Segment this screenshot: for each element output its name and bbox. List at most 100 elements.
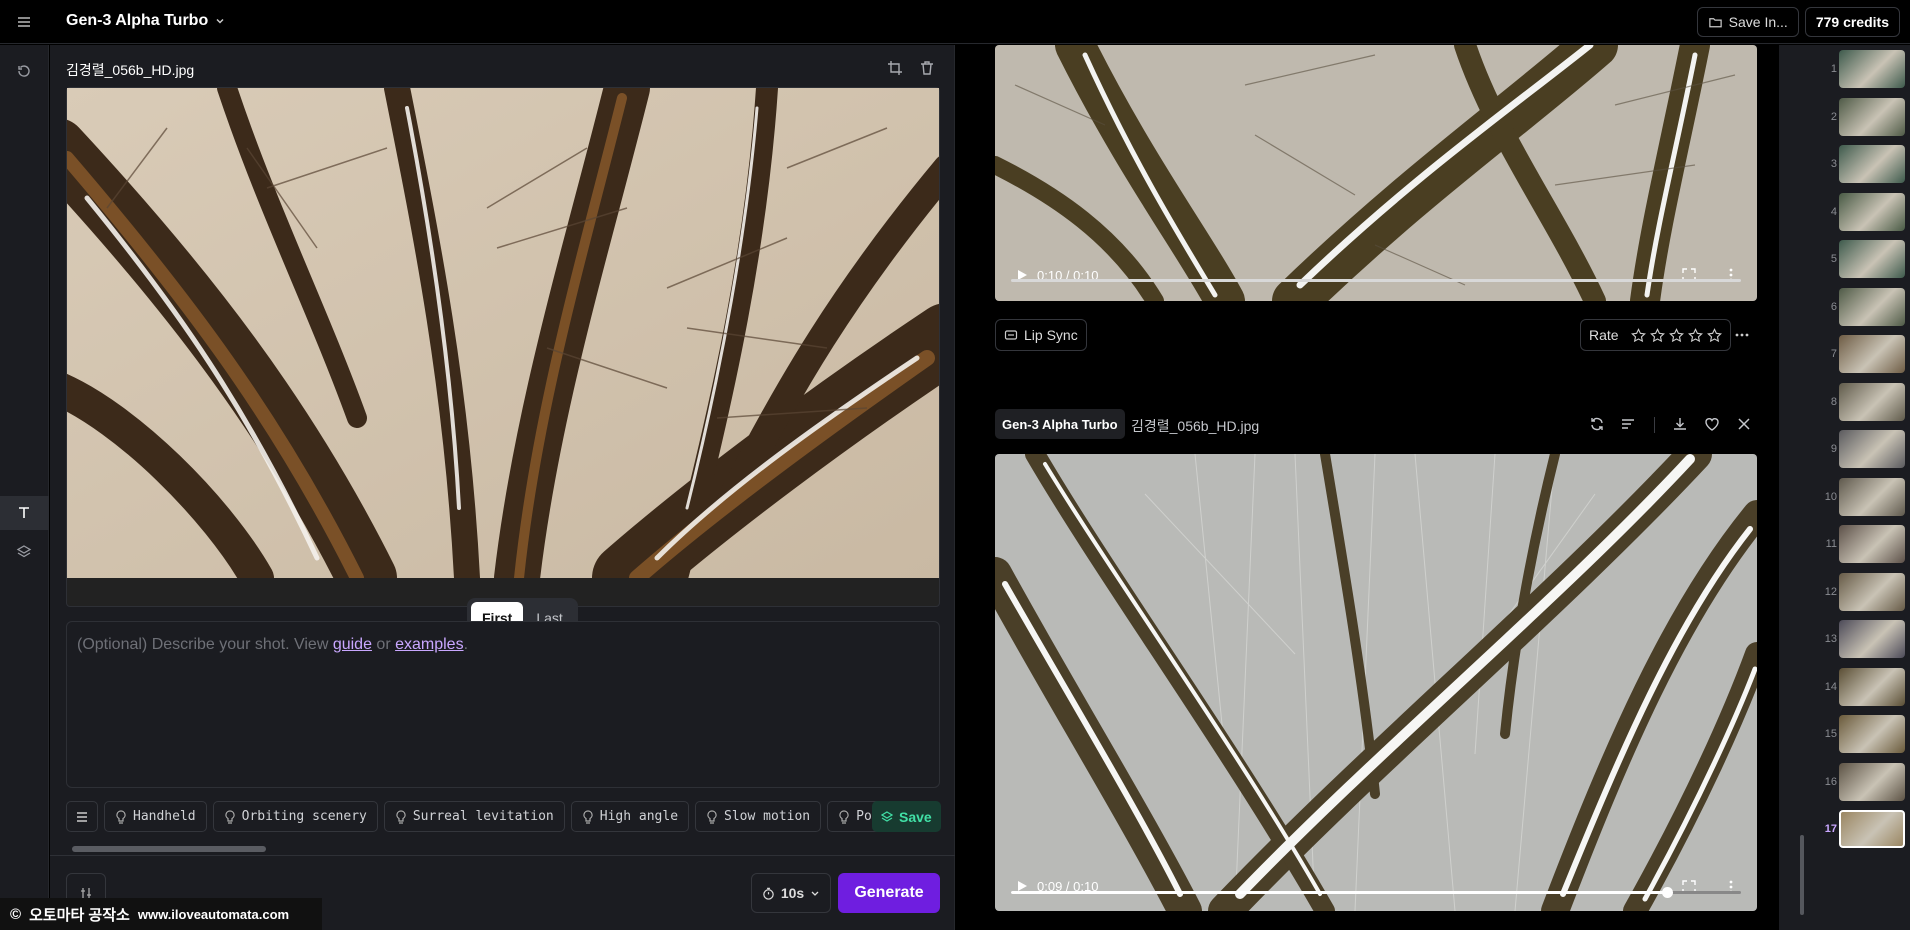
video-1-progress[interactable] [1011, 279, 1741, 282]
thumbnail-image[interactable] [1839, 762, 1905, 801]
thumbnail-number: 3 [1830, 158, 1837, 170]
thumbnail-item[interactable]: 3 [1779, 143, 1910, 185]
list-icon [77, 811, 87, 822]
thumbnail-image[interactable] [1839, 715, 1905, 753]
folder-icon [1708, 17, 1722, 27]
thumbnail-item[interactable]: 2 [1779, 96, 1910, 138]
text-icon[interactable] [14, 503, 34, 523]
star-icon[interactable] [1649, 327, 1665, 343]
thumbnail-number: 15 [1824, 728, 1837, 740]
prompt-textarea[interactable]: (Optional) Describe your shot. View guid… [66, 621, 940, 788]
thumbnail-item[interactable]: 13 [1779, 618, 1910, 660]
preset-list-button[interactable] [66, 801, 98, 832]
editor-panel: 김경렬_056b_HD.jpg First Last (Optional) De… [50, 45, 955, 930]
preset-label: Surreal levitation [412, 809, 554, 824]
star-icon[interactable] [1687, 327, 1703, 343]
thumbnail-number: 16 [1824, 775, 1837, 788]
preset-chip[interactable]: Orbiting scenery [212, 801, 378, 832]
video-player-1[interactable]: 0:10 / 0:10 [995, 45, 1757, 301]
prompt-placeholder: (Optional) Describe your shot. View [77, 636, 333, 653]
download-icon[interactable] [1671, 415, 1689, 433]
video-player-2[interactable]: 0:09 / 0:10 [995, 454, 1757, 911]
star-icon[interactable] [1668, 327, 1684, 343]
layers-icon[interactable] [14, 542, 34, 562]
generate-button[interactable]: Generate [838, 873, 940, 913]
star-icon[interactable] [1706, 327, 1722, 343]
thumbnail-item[interactable]: 7 [1779, 333, 1910, 375]
thumbnail-image[interactable] [1839, 240, 1905, 278]
app-title-dropdown[interactable]: Gen-3 Alpha Turbo [66, 12, 226, 30]
refresh-icon[interactable] [1588, 415, 1606, 433]
input-image[interactable]: First Last [66, 87, 940, 638]
thumbnail-item[interactable]: 6 [1779, 286, 1910, 328]
thumbnail-image[interactable] [1839, 192, 1905, 231]
crop-icon[interactable] [886, 59, 904, 77]
video-2-progress-fill [1011, 891, 1668, 894]
thumbnail-image[interactable] [1839, 620, 1905, 658]
app-title: Gen-3 Alpha Turbo [66, 12, 209, 29]
menu-icon[interactable] [14, 12, 34, 32]
preset-chip[interactable]: Slow motion [695, 801, 822, 832]
close-icon[interactable] [1735, 415, 1753, 433]
lip-sync-button[interactable]: Lip Sync [995, 319, 1087, 351]
scrollbar-thumb[interactable] [72, 846, 266, 852]
video-2-progress-handle[interactable] [1662, 887, 1673, 898]
thumbnail-image[interactable] [1839, 430, 1905, 468]
thumbnail-image[interactable] [1839, 287, 1905, 326]
thumbnail-item[interactable]: 5 [1779, 238, 1910, 280]
thumbnail-image[interactable] [1839, 525, 1905, 563]
thumbnail-item[interactable]: 1 [1779, 48, 1910, 90]
preset-label: High angle [599, 809, 679, 824]
preset-chip[interactable]: Handheld [104, 801, 207, 832]
save-preset-button[interactable]: Save [872, 801, 941, 832]
video-2-controls: 0:09 / 0:10 [995, 866, 1757, 906]
thumbnail-image[interactable] [1839, 145, 1905, 183]
credits-badge[interactable]: 779 credits [1804, 7, 1900, 37]
preset-chip[interactable]: High angle [570, 801, 690, 832]
feed-scrollbar[interactable] [1800, 45, 1806, 930]
thumbnail-item[interactable]: 4 [1779, 191, 1910, 233]
trash-icon[interactable] [918, 59, 936, 77]
thumbnail-image[interactable] [1839, 97, 1905, 136]
thumbnail-item[interactable]: 11 [1779, 523, 1910, 565]
duration-select[interactable]: 10s [751, 873, 831, 913]
rate-control: Rate [1580, 319, 1731, 351]
presets-scrollbar[interactable] [60, 845, 905, 853]
more-horizontal-icon[interactable] [1734, 327, 1750, 343]
thumbnail-image[interactable] [1839, 382, 1905, 421]
history-icon[interactable] [14, 61, 34, 81]
thumbnail-item[interactable]: 8 [1779, 381, 1910, 423]
generations-feed: 0:10 / 0:10 Lip Sync Rate Gen-3 Alpha Tu… [956, 45, 1778, 930]
thumbnail-item[interactable]: 15 [1779, 713, 1910, 755]
guide-link[interactable]: guide [333, 636, 372, 653]
thumbnail-image[interactable] [1839, 477, 1905, 516]
text-align-icon[interactable] [1619, 415, 1637, 433]
thumbnail-item[interactable]: 14 [1779, 666, 1910, 708]
duration-value: 10s [780, 885, 805, 901]
thumbnail-number: 7 [1830, 348, 1837, 360]
thumbnail-item[interactable]: 9 [1779, 428, 1910, 470]
divider [50, 855, 955, 856]
thumbnail-item[interactable]: 16 [1779, 761, 1910, 803]
credits-count: 779 credits [1815, 14, 1889, 30]
thumbnail-item[interactable]: 17 [1779, 808, 1910, 850]
star-icon[interactable] [1630, 327, 1646, 343]
thumbnail-image[interactable] [1839, 335, 1905, 373]
generation-thumbnail-rail: 1 2 3 4 5 6 7 8 9 10 11 12 13 14 15 16 17 [1779, 45, 1910, 930]
scrollbar-thumb[interactable] [1800, 835, 1804, 915]
examples-link[interactable]: examples [395, 636, 463, 653]
save-in-button[interactable]: Save In... [1696, 7, 1799, 37]
watermark-url: www.iloveautomata.com [137, 906, 290, 922]
thumbnail-item[interactable]: 10 [1779, 476, 1910, 518]
preset-chip[interactable]: Surreal levitation [383, 801, 565, 832]
thumbnail-image[interactable] [1839, 50, 1905, 88]
heart-icon[interactable] [1703, 415, 1721, 433]
save-in-label: Save In... [1728, 14, 1788, 30]
chevron-down-icon [216, 18, 224, 24]
thumbnail-image[interactable] [1839, 810, 1905, 848]
thumbnail-image[interactable] [1839, 667, 1905, 706]
thumbnail-item[interactable]: 12 [1779, 571, 1910, 613]
preset-label: Handheld [133, 809, 196, 824]
thumbnail-image[interactable] [1839, 572, 1905, 611]
video-2-progress[interactable] [1011, 887, 1741, 898]
